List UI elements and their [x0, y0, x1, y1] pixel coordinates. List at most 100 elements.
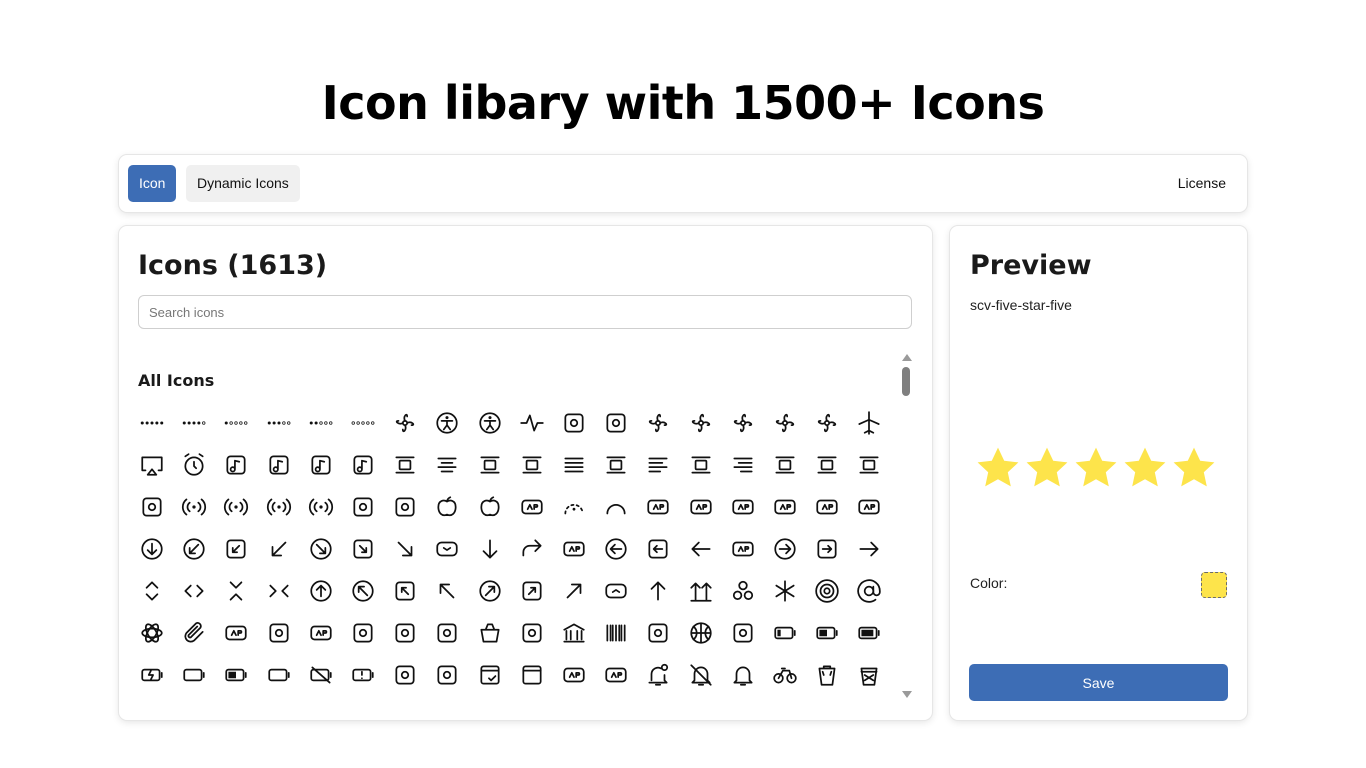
airplane-icon[interactable] [848, 402, 890, 444]
radio-tower-icon[interactable] [300, 486, 342, 528]
music-note-box-icon[interactable] [342, 444, 384, 486]
axis-3d-icon[interactable] [342, 612, 384, 654]
align-left-text-icon[interactable] [637, 444, 679, 486]
app-notification-icon[interactable] [342, 486, 384, 528]
five-star-one-icon[interactable] [215, 402, 257, 444]
attachment-icon[interactable] [173, 612, 215, 654]
arrow-circle-down-icon[interactable] [131, 528, 173, 570]
shopping-basket-icon[interactable] [426, 654, 468, 696]
five-star-four-icon[interactable] [173, 402, 215, 444]
align-justify-icon[interactable] [553, 444, 595, 486]
airplay-icon[interactable] [806, 402, 848, 444]
arrow-box-right-icon[interactable] [806, 528, 848, 570]
antenna-off-icon[interactable] [173, 486, 215, 528]
battery-empty-icon[interactable] [173, 654, 215, 696]
at-sign-icon[interactable] [848, 570, 890, 612]
align-bottom-dashed-icon[interactable] [764, 444, 806, 486]
chevron-up-down-icon[interactable] [131, 570, 173, 612]
license-link[interactable]: License [1178, 175, 1226, 191]
arrow-circle-left-icon[interactable] [595, 528, 637, 570]
auto-flash-icon[interactable] [258, 612, 300, 654]
arrow-circle-up-right-icon[interactable] [469, 570, 511, 612]
atom-icon[interactable] [131, 612, 173, 654]
accessibility-wheelchair-icon[interactable] [384, 402, 426, 444]
align-right-text-icon[interactable] [722, 444, 764, 486]
arrow-left-icon[interactable] [679, 528, 721, 570]
augmented-reality-icon[interactable] [215, 612, 257, 654]
arrow-down-left-icon[interactable] [258, 528, 300, 570]
l-shape-icon[interactable] [131, 486, 173, 528]
arrow-down-icon[interactable] [469, 528, 511, 570]
arrow-box-up-right-icon[interactable] [511, 570, 553, 612]
five-star-two-icon[interactable] [300, 402, 342, 444]
air-drone-icon[interactable] [679, 402, 721, 444]
arc-icon[interactable] [595, 486, 637, 528]
align-horizontal-split-icon[interactable] [511, 444, 553, 486]
baseball-field-icon[interactable] [637, 612, 679, 654]
albums-icon[interactable] [300, 444, 342, 486]
arrow-right-icon[interactable] [848, 528, 890, 570]
at-sign-circle-icon[interactable] [806, 570, 848, 612]
arrow-circle-down-left-icon[interactable] [173, 528, 215, 570]
application-window-icon[interactable] [384, 486, 426, 528]
battery-full-icon[interactable] [848, 612, 890, 654]
ar-badge-icon[interactable] [511, 486, 553, 528]
barcode-icon[interactable] [595, 612, 637, 654]
airplane-window-icon[interactable] [764, 402, 806, 444]
battery-charging-icon[interactable] [131, 654, 173, 696]
airplay-display-icon[interactable] [131, 444, 173, 486]
chevrons-collapse-icon[interactable] [215, 570, 257, 612]
accessibility-person-icon[interactable] [469, 402, 511, 444]
chevron-box-down-icon[interactable] [426, 528, 468, 570]
bbq-grill-icon[interactable] [384, 654, 426, 696]
air-conditioning-icon[interactable] [637, 402, 679, 444]
align-top-box-icon[interactable] [848, 444, 890, 486]
five-star-zero-icon[interactable] [342, 402, 384, 444]
bin-icon[interactable] [806, 654, 848, 696]
arc-dashed-icon[interactable] [553, 486, 595, 528]
basketball-icon[interactable] [679, 612, 721, 654]
car-battery-icon[interactable] [258, 654, 300, 696]
area-select-icon[interactable] [806, 486, 848, 528]
redo-arrow-icon[interactable] [511, 528, 553, 570]
tab-icon[interactable]: Icon [128, 165, 177, 202]
arrow-circle-right-icon[interactable] [764, 528, 806, 570]
arrow-up-right-icon[interactable] [553, 570, 595, 612]
arrow-box-down-right-icon[interactable] [342, 528, 384, 570]
album-music-icon[interactable] [215, 444, 257, 486]
archive-document-icon[interactable] [764, 486, 806, 528]
arrow-down-right-icon[interactable] [384, 528, 426, 570]
color-picker-swatch[interactable] [1201, 572, 1227, 598]
bank-icon[interactable] [553, 612, 595, 654]
battery-medium-icon[interactable] [215, 654, 257, 696]
battery-half-icon[interactable] [806, 612, 848, 654]
cluster-circles-icon[interactable] [722, 570, 764, 612]
align-vertical-dashed-icon[interactable] [679, 444, 721, 486]
behance-box-icon[interactable] [553, 654, 595, 696]
arrow-up-icon[interactable] [637, 570, 679, 612]
arrow-box-down-left-icon[interactable] [215, 528, 257, 570]
bell-icon[interactable] [722, 654, 764, 696]
align-top-icon[interactable] [384, 444, 426, 486]
avi-file-icon[interactable] [300, 612, 342, 654]
activity-icon[interactable] [511, 402, 553, 444]
scroll-down-arrow[interactable] [902, 691, 912, 698]
arrow-circle-up-left-icon[interactable] [342, 570, 384, 612]
align-vertical-center-icon[interactable] [806, 444, 848, 486]
five-star-three-icon[interactable] [258, 402, 300, 444]
five-star-five-icon[interactable] [131, 402, 173, 444]
arcade-joystick-icon[interactable] [637, 486, 679, 528]
tab-dynamic-icons[interactable]: Dynamic Icons [186, 165, 300, 202]
bag-icon[interactable] [469, 612, 511, 654]
chevron-box-up-icon[interactable] [595, 570, 637, 612]
save-button[interactable]: Save [969, 664, 1228, 701]
arrow-circle-up-icon[interactable] [300, 570, 342, 612]
arrows-cross-icon[interactable] [679, 486, 721, 528]
search-input[interactable] [138, 295, 912, 329]
ad-product-icon[interactable] [553, 402, 595, 444]
antenna-box-icon[interactable] [215, 486, 257, 528]
chevrons-left-right-icon[interactable] [173, 570, 215, 612]
arrow-up-left-icon[interactable] [426, 570, 468, 612]
behance-icon[interactable] [595, 654, 637, 696]
arrow-target-icon[interactable] [722, 486, 764, 528]
